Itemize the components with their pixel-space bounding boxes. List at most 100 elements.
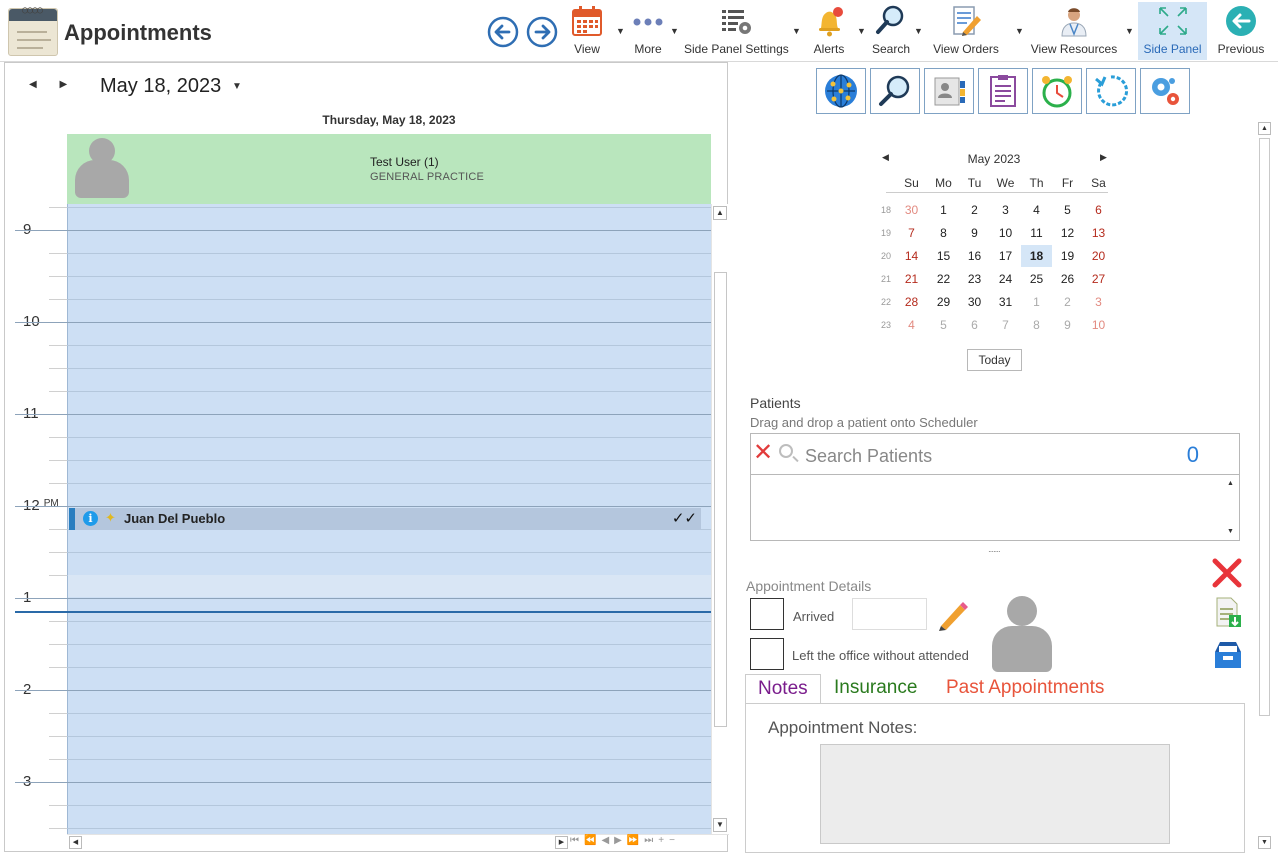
calendar-day[interactable]: 1: [928, 199, 959, 221]
more-button[interactable]: More: [626, 2, 670, 60]
calendar-day[interactable]: 27: [1083, 268, 1114, 290]
scroll-down-icon[interactable]: ▼: [713, 818, 727, 832]
notes-textarea[interactable]: [820, 744, 1170, 844]
archive-tray-icon[interactable]: [1212, 640, 1244, 670]
resource-header[interactable]: Test User (1) GENERAL PRACTICE: [67, 134, 711, 204]
calendar-day[interactable]: 3: [1083, 291, 1114, 313]
side-scroll-thumb[interactable]: [1259, 138, 1270, 716]
date-dropdown-icon[interactable]: ▼: [232, 81, 242, 92]
tab-notes[interactable]: Notes: [745, 674, 821, 704]
tab-insurance[interactable]: Insurance: [822, 674, 929, 704]
side-panel-settings-button[interactable]: Side Panel Settings: [684, 2, 789, 60]
calendar-day[interactable]: 5: [1052, 199, 1083, 221]
calendar-day[interactable]: 24: [990, 268, 1021, 290]
contact-card-button[interactable]: [924, 68, 974, 114]
calendar-day[interactable]: 25: [1021, 268, 1052, 290]
panel-splitter[interactable]: ·······: [988, 547, 1001, 556]
results-scroll-up-icon[interactable]: ▲: [1224, 477, 1237, 490]
view-dropdown-icon[interactable]: ▼: [616, 26, 625, 36]
calendar-day[interactable]: 31: [990, 291, 1021, 313]
pencil-icon[interactable]: [936, 598, 970, 632]
web-button[interactable]: [816, 68, 866, 114]
more-dropdown-icon[interactable]: ▼: [670, 26, 679, 36]
calendar-day[interactable]: 26: [1052, 268, 1083, 290]
calendar-day[interactable]: 7: [990, 314, 1021, 336]
highlighted-slot[interactable]: [68, 575, 711, 597]
find-button[interactable]: [870, 68, 920, 114]
calendar-day[interactable]: 16: [959, 245, 990, 267]
today-button[interactable]: Today: [967, 349, 1022, 371]
calendar-day[interactable]: 22: [928, 268, 959, 290]
calendar-day[interactable]: 14: [896, 245, 927, 267]
forward-arrow-icon[interactable]: [526, 16, 558, 48]
calendar-day[interactable]: 12: [1052, 222, 1083, 244]
calendar-day[interactable]: 1: [1021, 291, 1052, 313]
info-icon[interactable]: i: [83, 511, 98, 526]
side-panel-scrollbar[interactable]: ▲ ▼: [1258, 122, 1272, 850]
arrived-time-field[interactable]: [852, 598, 927, 630]
arrived-checkbox[interactable]: [750, 598, 784, 630]
search-dropdown-icon[interactable]: ▼: [914, 26, 923, 36]
calendar-day[interactable]: 8: [928, 222, 959, 244]
calendar-day[interactable]: 20: [1083, 245, 1114, 267]
calendar-day[interactable]: 7: [896, 222, 927, 244]
next-month-icon[interactable]: ▶: [1100, 152, 1107, 163]
calendar-day[interactable]: 29: [928, 291, 959, 313]
previous-button[interactable]: Previous: [1214, 2, 1268, 60]
delete-icon[interactable]: [1210, 556, 1244, 590]
view-resources-button[interactable]: View Resources: [1030, 2, 1118, 60]
current-date[interactable]: May 18, 2023: [100, 75, 221, 98]
calendar-day[interactable]: 19: [1052, 245, 1083, 267]
calendar-day[interactable]: 28: [896, 291, 927, 313]
side-panel-button[interactable]: Side Panel: [1138, 2, 1207, 60]
next-date-icon[interactable]: ▶: [59, 79, 67, 90]
calendar-day[interactable]: 17: [990, 245, 1021, 267]
calendar-day[interactable]: 10: [990, 222, 1021, 244]
document-download-icon[interactable]: [1212, 596, 1244, 628]
prev-date-icon[interactable]: ◀: [29, 79, 37, 90]
calendar-day[interactable]: 11: [1021, 222, 1052, 244]
view-orders-dropdown-icon[interactable]: ▼: [1015, 26, 1024, 36]
calendar-day[interactable]: 5: [928, 314, 959, 336]
patient-search-field[interactable]: ✕ Search Patients 0: [750, 433, 1240, 475]
side-scroll-up-icon[interactable]: ▲: [1258, 122, 1271, 135]
calendar-day[interactable]: 21: [896, 268, 927, 290]
vertical-scrollbar[interactable]: ▲ ▼: [711, 204, 729, 834]
view-orders-button[interactable]: View Orders: [930, 2, 1002, 60]
calendar-day[interactable]: 13: [1083, 222, 1114, 244]
patient-results-list[interactable]: ▲ ▼: [750, 475, 1240, 541]
refresh-button[interactable]: [1086, 68, 1136, 114]
view-button[interactable]: View: [565, 2, 609, 60]
checklist-button[interactable]: [978, 68, 1028, 114]
alarm-button[interactable]: [1032, 68, 1082, 114]
resource-nav-icons[interactable]: ⏮⏪◀▶⏩⏭+−: [570, 835, 680, 846]
calendar-day[interactable]: 2: [959, 199, 990, 221]
scroll-left-icon[interactable]: ◀: [69, 836, 82, 849]
calendar-day[interactable]: 30: [896, 199, 927, 221]
calendar-day[interactable]: 8: [1021, 314, 1052, 336]
calendar-day[interactable]: 15: [928, 245, 959, 267]
alerts-dropdown-icon[interactable]: ▼: [857, 26, 866, 36]
scroll-right-icon[interactable]: ▶: [555, 836, 568, 849]
calendar-day[interactable]: 6: [1083, 199, 1114, 221]
settings-button[interactable]: [1140, 68, 1190, 114]
side-scroll-down-icon[interactable]: ▼: [1258, 836, 1271, 849]
tab-past-appointments[interactable]: Past Appointments: [934, 674, 1116, 704]
view-resources-dropdown-icon[interactable]: ▼: [1125, 26, 1134, 36]
back-arrow-icon[interactable]: [487, 16, 519, 48]
results-scroll-down-icon[interactable]: ▼: [1224, 525, 1237, 538]
calendar-day[interactable]: 23: [959, 268, 990, 290]
calendar-day[interactable]: 2: [1052, 291, 1083, 313]
time-grid[interactable]: 9101112PM123 i ✦ Juan Del Pueblo ✓✓: [15, 204, 711, 834]
alerts-button[interactable]: Alerts: [806, 2, 852, 60]
appointment-block[interactable]: i ✦ Juan Del Pueblo ✓✓: [69, 508, 701, 530]
patient-search-input[interactable]: Search Patients: [805, 446, 932, 467]
left-without-attended-checkbox[interactable]: [750, 638, 784, 670]
calendar-day[interactable]: 4: [896, 314, 927, 336]
calendar-day[interactable]: 10: [1083, 314, 1114, 336]
calendar-day[interactable]: 6: [959, 314, 990, 336]
clear-search-icon[interactable]: ✕: [753, 440, 773, 466]
horizontal-scrollbar[interactable]: ◀ ▶ ⏮⏪◀▶⏩⏭+−: [67, 834, 729, 850]
calendar-day[interactable]: 4: [1021, 199, 1052, 221]
calendar-day[interactable]: 30: [959, 291, 990, 313]
